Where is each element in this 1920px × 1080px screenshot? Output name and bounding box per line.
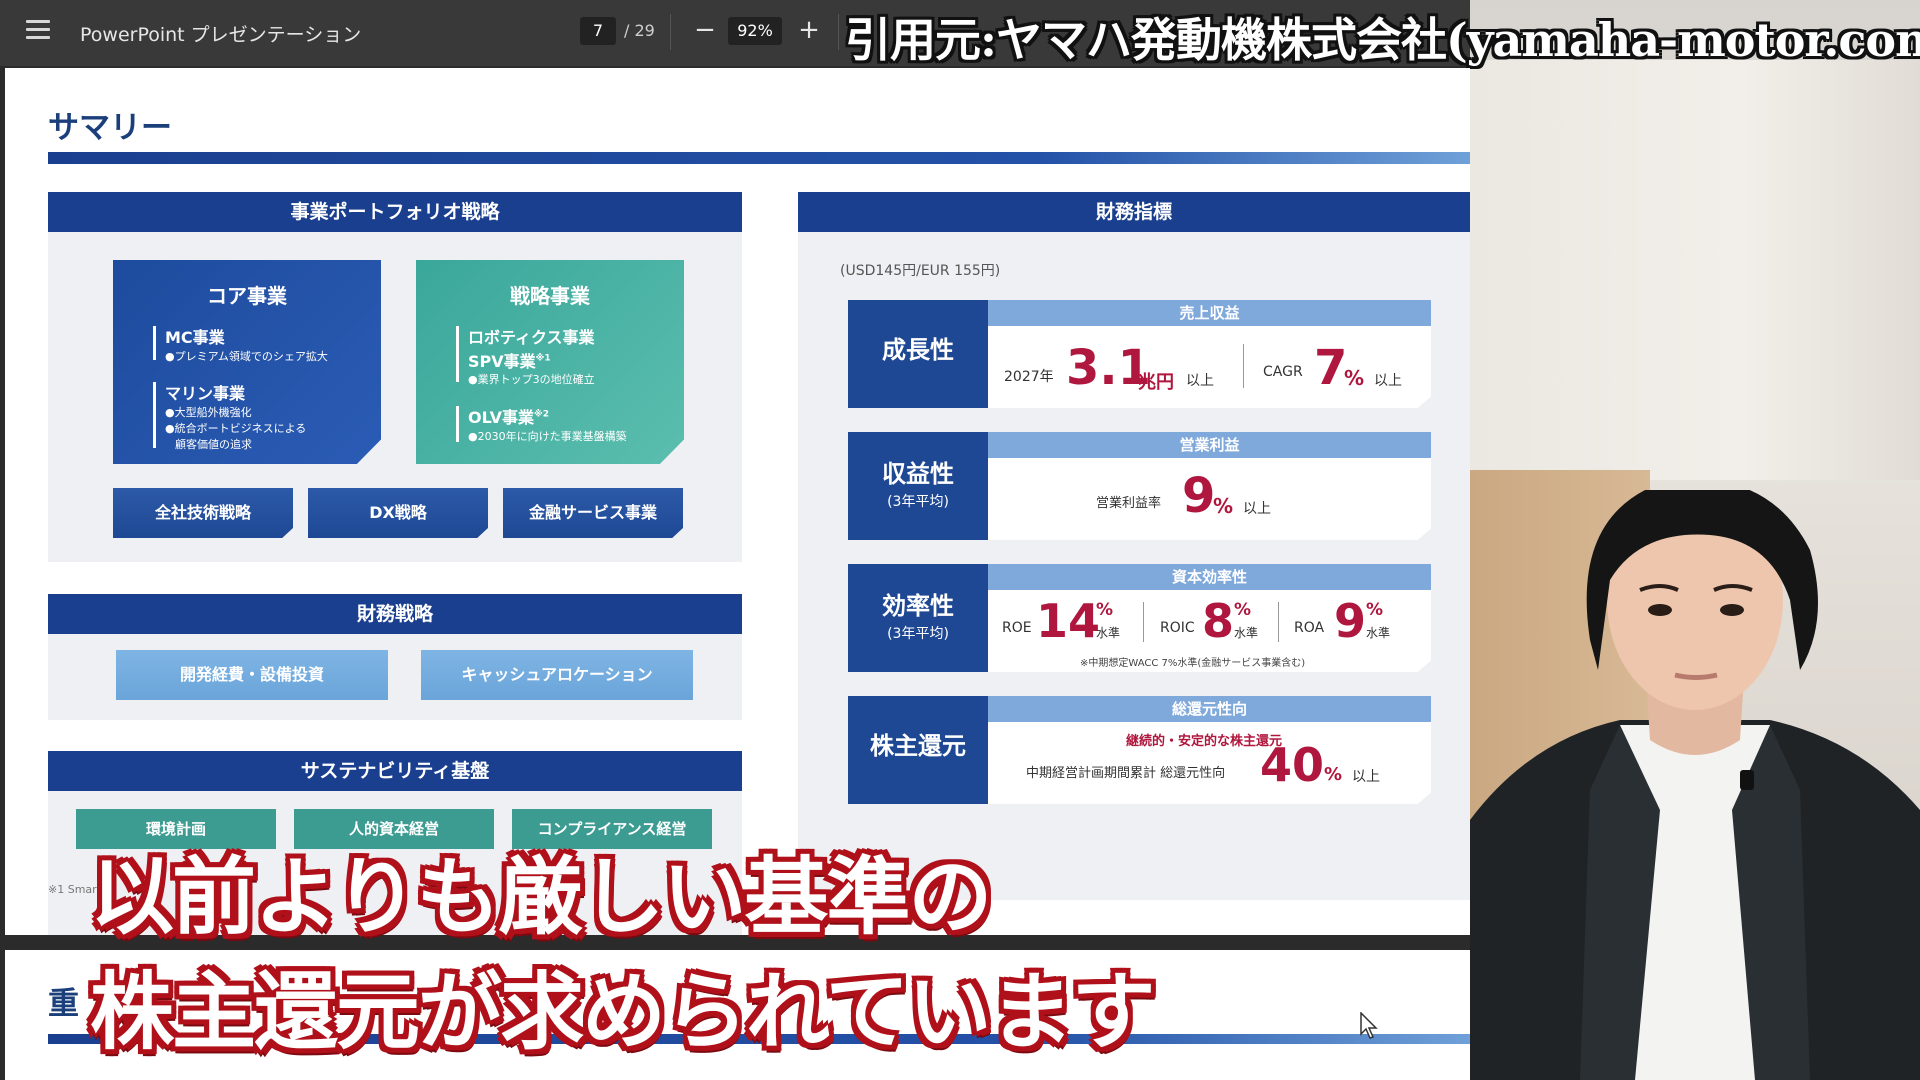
value-divider	[1243, 344, 1244, 388]
roic-unit: %	[1234, 600, 1252, 620]
growth-values: 2027年 3.1 兆円 以上 CAGR 7 % 以上	[988, 326, 1431, 408]
profitability-row: 収益性 (3年平均) 営業利益 営業利益率 9 % 以上	[848, 432, 1431, 540]
cagr-value: 7	[1314, 340, 1348, 396]
presenter-avatar	[1470, 490, 1920, 1080]
shareholder-return-row: 株主還元 総還元性向 継続的・安定的な株主還元 中期経営計画期間累計 総還元性向…	[848, 696, 1431, 804]
document-title: PowerPoint プレゼンテーション	[80, 24, 362, 46]
toolbar-divider	[670, 14, 671, 50]
profitability-label: 収益性 (3年平均)	[848, 432, 988, 540]
efficiency-caption: 資本効率性	[988, 564, 1431, 590]
divider-line	[456, 326, 459, 382]
divider-line	[153, 326, 156, 360]
zoom-level-input[interactable]: 92%	[728, 17, 782, 45]
total-payout-suffix: 以上	[1352, 769, 1380, 785]
growth-caption: 売上収益	[988, 300, 1431, 326]
value-divider	[1278, 602, 1279, 642]
growth-row: 成長性 売上収益 2027年 3.1 兆円 以上 CAGR 7 % 以上	[848, 300, 1431, 408]
subtitle-line-1: 以前よりも厳しい基準の	[90, 848, 992, 946]
slide-title: サマリー	[48, 110, 172, 146]
sustainability-header: サステナビリティ基盤	[48, 751, 742, 791]
robotics-business: ロボティクス事業	[468, 328, 595, 347]
page-total: / 29	[624, 21, 655, 40]
total-payout-label: 中期経営計画期間累計 総還元性向	[1026, 766, 1226, 781]
marine-business-detail: ●統合ボートビジネスによる	[165, 422, 307, 435]
profitability-caption: 営業利益	[988, 432, 1431, 458]
core-business-box: コア事業 MC事業 ●プレミアム領域でのシェア拡大 マリン事業 ●大型船外機強化…	[113, 260, 381, 464]
dx-strategy-box: DX戦略	[308, 488, 488, 538]
roa-unit: %	[1366, 600, 1384, 620]
return-policy: 継続的・安定的な株主還元	[1126, 734, 1283, 749]
total-payout-unit: %	[1324, 764, 1343, 785]
operating-margin-suffix: 以上	[1243, 501, 1271, 517]
efficiency-values: ROE 14 % 水準 ROIC 8 % 水準 ROA 9 % 水準 ※中期想定…	[988, 590, 1431, 672]
revenue-target-unit: 兆円	[1138, 372, 1174, 393]
efficiency-row: 効率性 (3年平均) 資本効率性 ROE 14 % 水準 ROIC 8 % 水準 …	[848, 564, 1431, 672]
growth-label: 成長性	[848, 300, 988, 408]
cagr-unit: %	[1344, 366, 1365, 390]
portfolio-panel: 事業ポートフォリオ戦略 コア事業 MC事業 ●プレミアム領域でのシェア拡大 マリ…	[48, 192, 742, 562]
efficiency-label: 効率性 (3年平均)	[848, 564, 988, 672]
roa-value: 9	[1334, 594, 1367, 648]
wall-background	[1470, 60, 1920, 480]
financial-indicators-header: 財務指標	[798, 192, 1470, 232]
shareholder-return-caption: 総還元性向	[988, 696, 1431, 722]
shareholder-return-label: 株主還元	[848, 696, 988, 804]
roe-label: ROE	[1002, 620, 1032, 636]
cash-allocation-box: キャッシュアロケーション	[421, 650, 693, 700]
divider-line	[153, 382, 156, 448]
financial-strategy-header: 財務戦略	[48, 594, 742, 634]
strategic-business-box: 戦略事業 ロボティクス事業 SPV事業※1 ●業界トップ3の地位確立 OLV事業…	[416, 260, 684, 464]
olv-business-detail: ●2030年に向けた事業基盤構築	[468, 430, 627, 443]
marine-business-detail: ●大型船外機強化	[165, 406, 252, 419]
capex-box: 開発経費・設備投資	[116, 650, 388, 700]
spv-business-detail: ●業界トップ3の地位確立	[468, 373, 595, 386]
source-credit: 引用元:ヤマハ発動機株式会社(yamaha-motor.com)	[845, 13, 1920, 67]
roic-label: ROIC	[1160, 620, 1195, 636]
page-number-input[interactable]: 7	[580, 17, 616, 45]
profitability-values: 営業利益率 9 % 以上	[988, 458, 1431, 540]
marine-business-detail: 顧客価値の追求	[175, 438, 252, 451]
core-business-title: コア事業	[207, 284, 287, 308]
cagr-label: CAGR	[1263, 364, 1303, 380]
toolbar-divider	[838, 14, 839, 50]
roa-level: 水準	[1366, 626, 1391, 640]
slide-page: サマリー 事業ポートフォリオ戦略 コア事業 MC事業 ●プレミアム領域でのシェア…	[5, 68, 1470, 935]
wacc-note: ※中期想定WACC 7%水準(金融サービス事業含む)	[1080, 658, 1306, 669]
operating-margin-unit: %	[1213, 494, 1234, 518]
roic-value: 8	[1202, 594, 1235, 648]
financial-services-box: 金融サービス事業	[503, 488, 683, 538]
tech-strategy-box: 全社技術戦略	[113, 488, 293, 538]
subtitle-line-2: 株主還元が求められています	[90, 963, 1155, 1061]
financial-indicators-panel: 財務指標 (USD145円/EUR 155円) 成長性 売上収益 2027年 3…	[798, 192, 1470, 900]
title-underline	[48, 152, 1470, 164]
next-slide-title: 重	[48, 986, 79, 1022]
strategic-business-title: 戦略事業	[510, 284, 590, 308]
operating-margin-label: 営業利益率	[1096, 496, 1162, 511]
zoom-out-button[interactable]: −	[690, 12, 720, 48]
exchange-rate-note: (USD145円/EUR 155円)	[840, 263, 1001, 279]
marine-business: マリン事業	[165, 384, 246, 403]
olv-business: OLV事業※2	[468, 408, 549, 427]
mc-business-detail: ●プレミアム領域でのシェア拡大	[165, 350, 328, 363]
operating-margin-value: 9	[1182, 468, 1216, 524]
financial-strategy-panel: 財務戦略 開発経費・設備投資 キャッシュアロケーション	[48, 594, 742, 720]
revenue-target-suffix: 以上	[1186, 373, 1214, 389]
divider-line	[456, 406, 459, 442]
total-payout-value: 40	[1260, 738, 1325, 792]
roe-unit: %	[1096, 600, 1114, 620]
value-divider	[1143, 602, 1144, 642]
roe-level: 水準	[1096, 626, 1121, 640]
roa-label: ROA	[1294, 620, 1325, 636]
target-year: 2027年	[1004, 369, 1054, 385]
portfolio-header: 事業ポートフォリオ戦略	[48, 192, 742, 232]
shareholder-return-values: 継続的・安定的な株主還元 中期経営計画期間累計 総還元性向 40 % 以上	[988, 722, 1431, 804]
zoom-in-button[interactable]: +	[794, 12, 824, 48]
spv-business: SPV事業※1	[468, 352, 551, 371]
roic-level: 水準	[1234, 626, 1259, 640]
roe-value: 14	[1036, 594, 1101, 648]
mc-business: MC事業	[165, 328, 225, 347]
mouse-cursor-icon	[1360, 1012, 1378, 1039]
cagr-suffix: 以上	[1374, 373, 1402, 389]
menu-icon[interactable]	[26, 20, 50, 42]
